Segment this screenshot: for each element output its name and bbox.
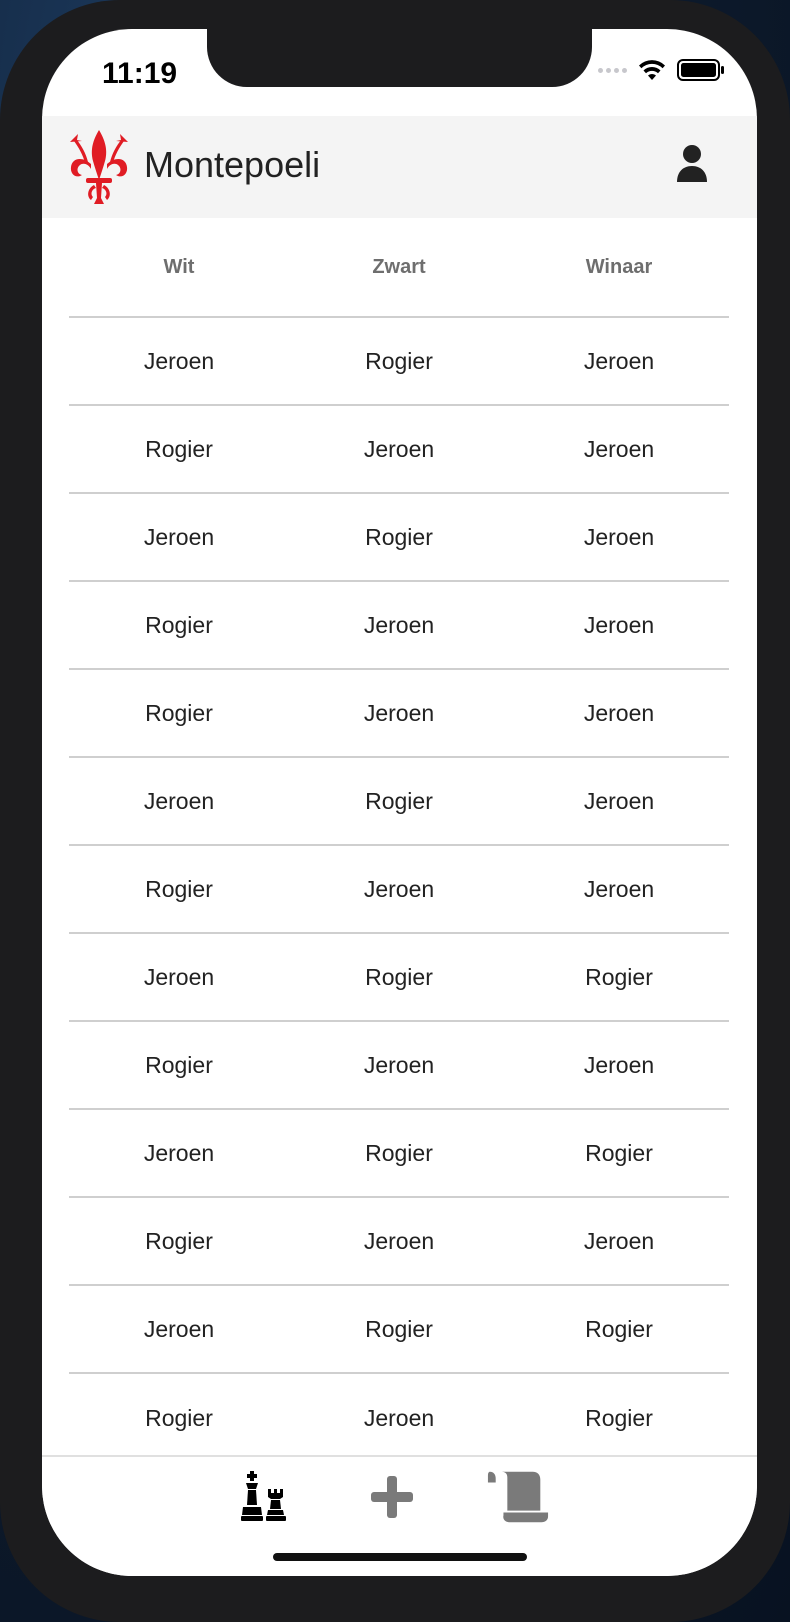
cell-white: Rogier (145, 611, 213, 638)
status-icons (598, 59, 725, 81)
cell-black: Rogier (365, 963, 433, 990)
cell-white: Jeroen (143, 523, 215, 550)
table-row[interactable]: Rogier Jeroen Jeroen (69, 846, 729, 934)
table-header: Wit Zwart Winaar (69, 218, 729, 318)
fleur-de-lis-logo-icon (70, 130, 128, 204)
table-row[interactable]: Jeroen Rogier Jeroen (69, 758, 729, 846)
table-row[interactable]: Jeroen Rogier Rogier (69, 1110, 729, 1198)
cell-winner: Jeroen (583, 611, 655, 638)
cell-black: Rogier (365, 1139, 433, 1166)
cell-black: Rogier (365, 1315, 433, 1342)
cell-white: Rogier (145, 1051, 213, 1078)
cell-winner: Rogier (585, 963, 653, 990)
cell-winner: Jeroen (583, 1051, 655, 1078)
table-row[interactable]: Rogier Jeroen Jeroen (69, 406, 729, 494)
cell-black: Jeroen (363, 875, 435, 902)
table-row[interactable]: Jeroen Rogier Rogier (69, 1286, 729, 1374)
wifi-icon (639, 60, 665, 80)
cell-white: Rogier (145, 875, 213, 902)
column-header-black: Zwart (372, 255, 426, 278)
plus-icon (371, 1476, 413, 1518)
cell-black: Jeroen (363, 435, 435, 462)
scroll-icon (487, 1471, 549, 1523)
table-row[interactable]: Rogier Jeroen Jeroen (69, 1022, 729, 1110)
home-indicator[interactable] (273, 1553, 527, 1561)
cell-black: Rogier (365, 787, 433, 814)
cell-winner: Rogier (585, 1139, 653, 1166)
notch (207, 29, 592, 87)
cell-white: Rogier (145, 1227, 213, 1254)
cell-winner: Rogier (585, 1404, 653, 1431)
cell-black: Rogier (365, 347, 433, 374)
cell-black: Jeroen (363, 611, 435, 638)
cell-black: Jeroen (363, 1227, 435, 1254)
table-row[interactable]: Jeroen Rogier Jeroen (69, 494, 729, 582)
cell-white: Jeroen (143, 787, 215, 814)
chess-pieces-icon (241, 1471, 286, 1521)
app-bar: Montepoeli (42, 116, 757, 218)
cell-winner: Jeroen (583, 523, 655, 550)
cell-black: Jeroen (363, 1051, 435, 1078)
cell-winner: Rogier (585, 1315, 653, 1342)
table-row[interactable]: Rogier Jeroen Jeroen (69, 582, 729, 670)
cell-black: Jeroen (363, 1404, 435, 1431)
cell-black: Jeroen (363, 699, 435, 726)
user-profile-icon[interactable] (675, 144, 709, 184)
tab-games[interactable] (234, 1465, 298, 1529)
cell-winner: Jeroen (583, 1227, 655, 1254)
cell-winner: Jeroen (583, 787, 655, 814)
cell-winner: Jeroen (583, 875, 655, 902)
table-row[interactable]: Jeroen Rogier Jeroen (69, 318, 729, 406)
table-row[interactable]: Jeroen Rogier Rogier (69, 934, 729, 1022)
cell-winner: Jeroen (583, 435, 655, 462)
tab-add-game[interactable] (360, 1465, 424, 1529)
cell-white: Jeroen (143, 963, 215, 990)
table-row[interactable]: Rogier Jeroen Rogier (69, 1374, 729, 1462)
cell-white: Rogier (145, 435, 213, 462)
cell-white: Jeroen (143, 347, 215, 374)
cell-white: Rogier (145, 1404, 213, 1431)
cell-winner: Jeroen (583, 699, 655, 726)
table-row[interactable]: Rogier Jeroen Jeroen (69, 670, 729, 758)
battery-icon (677, 59, 724, 81)
column-header-winner: Winaar (585, 255, 653, 278)
cell-white: Jeroen (143, 1139, 215, 1166)
cellular-signal-icon (598, 67, 627, 73)
column-header-white: Wit (163, 255, 195, 278)
phone-frame: 11:19 Montepoeli Wit Zwart Winaar Jeroen… (0, 0, 790, 1622)
cell-winner: Jeroen (583, 347, 655, 374)
status-time: 11:19 (102, 57, 178, 90)
games-table: Wit Zwart Winaar Jeroen Rogier Jeroen Ro… (69, 218, 729, 1462)
cell-white: Rogier (145, 699, 213, 726)
screen: 11:19 Montepoeli Wit Zwart Winaar Jeroen… (42, 29, 757, 1576)
app-title: Montepoeli (144, 144, 321, 185)
table-row[interactable]: Rogier Jeroen Jeroen (69, 1198, 729, 1286)
cell-black: Rogier (365, 523, 433, 550)
cell-white: Jeroen (143, 1315, 215, 1342)
tab-history[interactable] (486, 1465, 550, 1529)
